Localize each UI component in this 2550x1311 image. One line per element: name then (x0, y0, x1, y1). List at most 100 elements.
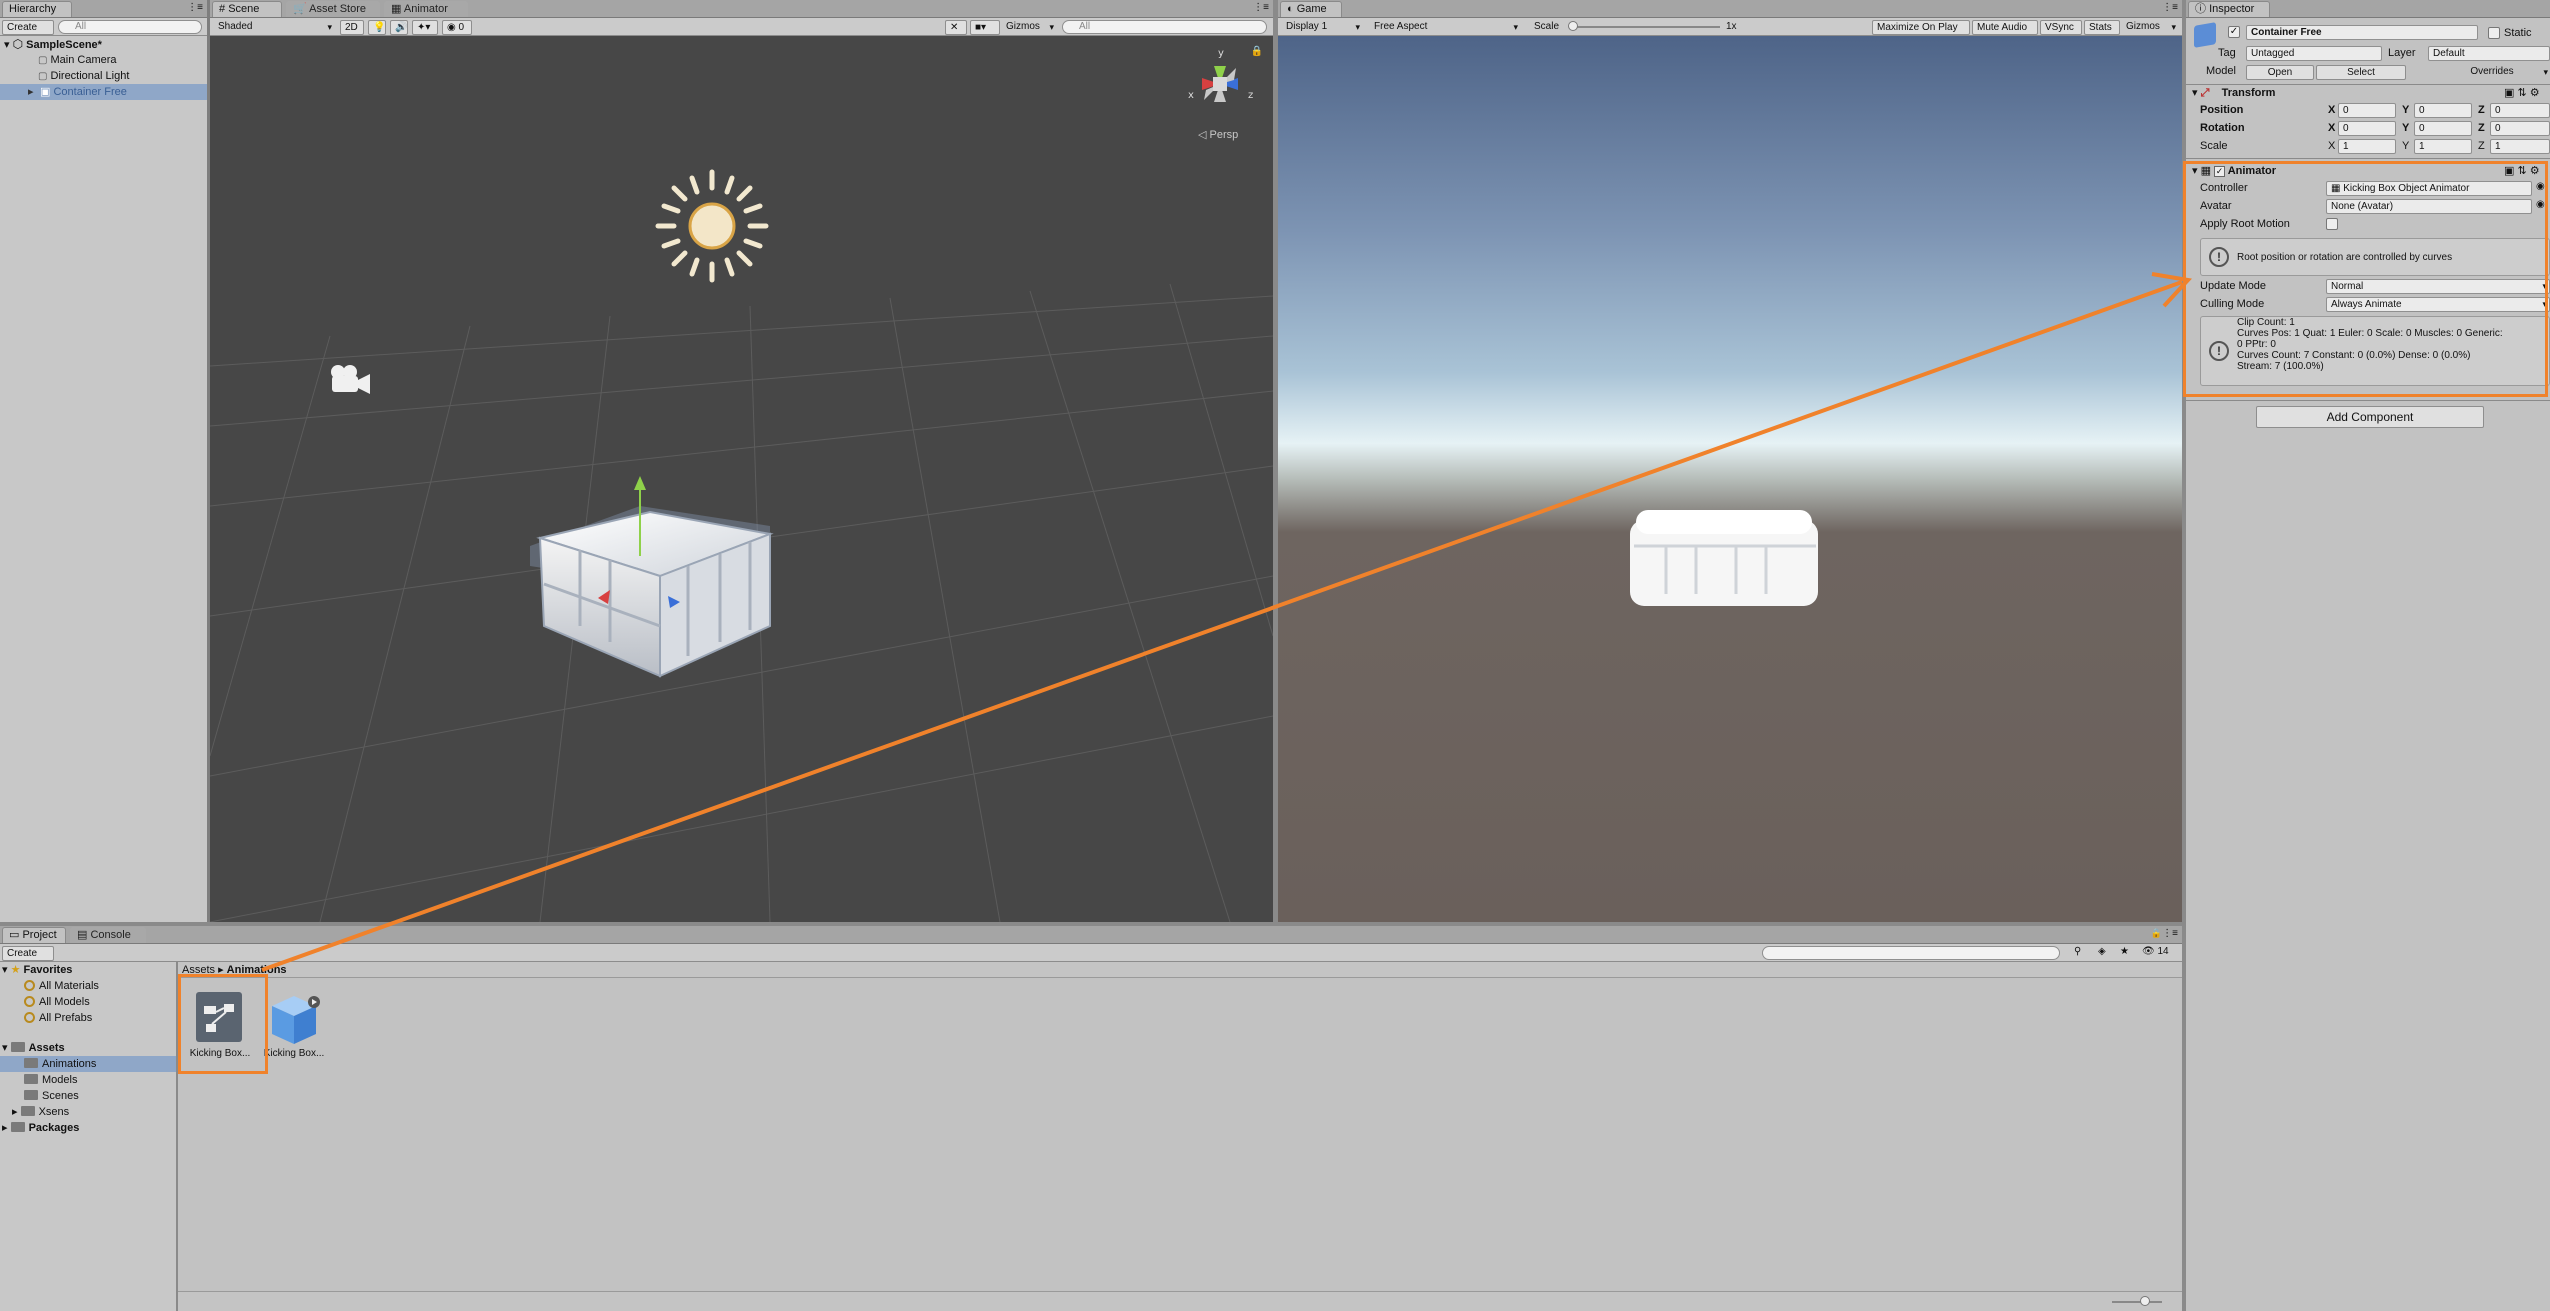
tools-settings-button[interactable]: ✕ (945, 20, 967, 35)
scale-x-label[interactable]: X (2328, 138, 2335, 154)
asset-animation-clip[interactable]: Kicking Box... (258, 988, 330, 1068)
position-x-field[interactable]: 0 (2338, 103, 2396, 118)
console-icon: ▤ (77, 929, 88, 941)
position-z-field[interactable]: 0 (2490, 103, 2550, 118)
tab-console[interactable]: ▤ Console (70, 927, 146, 943)
directional-light-gizmo-icon[interactable] (652, 166, 772, 286)
position-y-label[interactable]: Y (2402, 102, 2409, 118)
mute-audio-button[interactable]: Mute Audio (1972, 20, 2038, 35)
component-settings-icon[interactable]: ▣ ⇅ ⚙ (2504, 86, 2540, 99)
packages-header[interactable]: ▸ Packages (2, 1120, 79, 1136)
projection-label[interactable]: ◁ Persp (1198, 128, 1238, 141)
filter-by-type-icon[interactable]: ⚲ (2074, 946, 2081, 957)
lock-icon[interactable]: 🔒 (1251, 46, 1263, 57)
favorite-all-materials[interactable]: All Materials (24, 978, 99, 994)
2d-toggle-button[interactable]: 2D (340, 20, 364, 35)
scene-viewport[interactable]: y x z 🔒 ◁ Persp (210, 36, 1273, 922)
hidden-packages-icon[interactable]: 👁 14 (2142, 946, 2169, 957)
favorites-header[interactable]: ▾ ★ Favorites (2, 962, 72, 978)
expand-arrow-icon[interactable]: ▸ (28, 84, 34, 100)
position-label[interactable]: Position (2200, 102, 2243, 118)
add-component-button[interactable]: Add Component (2256, 406, 2484, 428)
rotation-z-field[interactable]: 0 (2490, 121, 2550, 136)
hierarchy-search-input[interactable]: All (58, 20, 202, 34)
panel-menu-icon[interactable]: ⋮≡ (187, 2, 203, 13)
lock-icon[interactable]: 🔒 (2151, 928, 2162, 939)
rotation-label[interactable]: Rotation (2200, 120, 2245, 136)
position-z-label[interactable]: Z (2478, 102, 2485, 118)
icon-size-slider-thumb[interactable] (2140, 1296, 2150, 1306)
hierarchy-create-button[interactable]: Create (2, 20, 54, 35)
position-x-label[interactable]: X (2328, 102, 2335, 118)
camera-gizmo-icon[interactable] (326, 362, 376, 398)
maximize-on-play-button[interactable]: Maximize On Play (1872, 20, 1970, 35)
rotation-y-field[interactable]: 0 (2414, 121, 2472, 136)
folder-xsens[interactable]: ▸ Xsens (12, 1104, 69, 1120)
rotation-z-label[interactable]: Z (2478, 120, 2485, 136)
scene-root-item[interactable]: ▾ ⬡ SampleScene* (4, 36, 102, 52)
scale-label[interactable]: Scale (2200, 138, 2228, 154)
tab-hierarchy[interactable]: Hierarchy (2, 1, 72, 17)
camera-settings-button[interactable]: ■▾ (970, 20, 1000, 35)
scale-y-field[interactable]: 1 (2414, 139, 2472, 154)
vsync-button[interactable]: VSync (2040, 20, 2082, 35)
lighting-toggle-button[interactable]: 💡 (368, 20, 386, 35)
transform-header[interactable]: ▾ ⤢ Transform (2192, 85, 2275, 101)
active-checkbox[interactable]: ✓ (2228, 26, 2240, 38)
tag-dropdown[interactable]: Untagged (2246, 46, 2382, 61)
rotation-x-field[interactable]: 0 (2338, 121, 2396, 136)
audio-toggle-button[interactable]: 🔊 (390, 20, 408, 35)
hierarchy-item-container-free[interactable]: ▸ ▣ Container Free (0, 84, 207, 100)
project-search-input[interactable] (1762, 946, 2060, 960)
folder-scenes[interactable]: Scenes (24, 1088, 79, 1104)
tab-asset-store[interactable]: 🛒 Asset Store (286, 1, 380, 17)
folder-animations[interactable]: Animations (0, 1056, 176, 1072)
favorite-star-icon[interactable]: ★ (2120, 946, 2129, 957)
folder-models[interactable]: Models (24, 1072, 77, 1088)
object-name-field[interactable]: Container Free (2246, 25, 2478, 40)
effects-dropdown-button[interactable]: ✦▾ (412, 20, 438, 35)
container-free-object[interactable] (520, 466, 940, 756)
shading-mode-dropdown[interactable]: Shaded (214, 20, 334, 35)
tab-inspector[interactable]: ⓘ Inspector (2188, 1, 2270, 17)
scale-slider-thumb[interactable] (1568, 21, 1578, 31)
project-create-button[interactable]: Create (2, 946, 54, 961)
favorite-all-models[interactable]: All Models (24, 994, 90, 1010)
static-checkbox[interactable] (2488, 27, 2500, 39)
tab-animator[interactable]: ▦ Animator (384, 1, 468, 17)
hierarchy-item-directional-light[interactable]: ▢ Directional Light (38, 68, 129, 84)
scale-z-label[interactable]: Z (2478, 138, 2485, 154)
scale-y-label[interactable]: Y (2402, 138, 2409, 154)
filter-by-label-icon[interactable]: ◈ (2098, 946, 2106, 957)
scene-search-input[interactable]: All (1062, 20, 1267, 34)
stats-button[interactable]: Stats (2084, 20, 2120, 35)
expand-arrow-icon[interactable]: ▸ (12, 1106, 18, 1118)
scale-z-field[interactable]: 1 (2490, 139, 2550, 154)
favorite-all-prefabs[interactable]: All Prefabs (24, 1010, 92, 1026)
panel-menu-icon[interactable]: ⋮≡ (2162, 928, 2178, 939)
panel-menu-icon[interactable]: ⋮≡ (2162, 2, 2178, 13)
rotation-y-label[interactable]: Y (2402, 120, 2409, 136)
position-y-field[interactable]: 0 (2414, 103, 2472, 118)
game-viewport[interactable] (1278, 36, 2182, 922)
panel-menu-icon[interactable]: ⋮≡ (1253, 2, 1269, 13)
scale-slider[interactable] (1570, 26, 1720, 28)
rotation-x-label[interactable]: X (2328, 120, 2335, 136)
model-overrides-dropdown[interactable]: Overrides (2434, 65, 2550, 80)
model-select-button[interactable]: Select (2316, 65, 2406, 80)
scale-x-field[interactable]: 1 (2338, 139, 2396, 154)
tab-game[interactable]: ◐ Game (1280, 1, 1342, 17)
icon-size-slider[interactable] (2112, 1301, 2162, 1303)
model-open-button[interactable]: Open (2246, 65, 2314, 80)
assets-header[interactable]: ▾ Assets (2, 1040, 65, 1056)
animator-highlight-box (2183, 161, 2548, 397)
aspect-dropdown[interactable]: Free Aspect (1370, 20, 1520, 35)
layer-dropdown[interactable]: Default (2428, 46, 2550, 61)
display-dropdown[interactable]: Display 1 (1282, 20, 1362, 35)
gizmos-dropdown[interactable]: Gizmos (1002, 20, 1056, 35)
tab-scene[interactable]: # Scene (212, 1, 282, 17)
hierarchy-item-main-camera[interactable]: ▢ Main Camera (38, 52, 117, 68)
layers-visibility-button[interactable]: ◉ 0 (442, 20, 472, 35)
tab-project[interactable]: ▭ Project (2, 927, 66, 943)
game-gizmos-dropdown[interactable]: Gizmos (2122, 20, 2178, 35)
